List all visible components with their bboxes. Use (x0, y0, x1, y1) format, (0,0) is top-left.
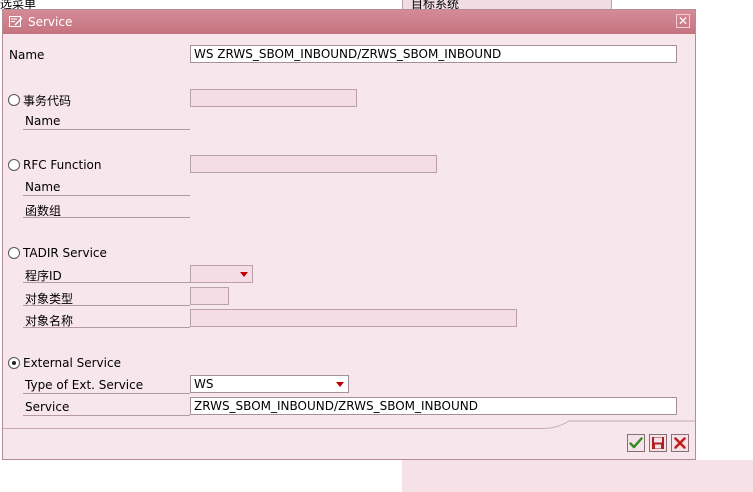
background-area-right (402, 460, 753, 492)
service-field[interactable]: ZRWS_SBOM_INBOUND/ZRWS_SBOM_INBOUND (190, 397, 677, 415)
divider (23, 415, 190, 416)
save-button[interactable] (649, 434, 667, 452)
radio-transaction-code[interactable] (8, 94, 20, 106)
divider (23, 327, 190, 328)
ext-service-type-label: Type of Ext. Service (25, 378, 144, 392)
rfc-function-label: RFC Function (23, 158, 102, 172)
radio-rfc-function[interactable] (8, 159, 20, 171)
chevron-down-icon (336, 382, 344, 387)
background-area-left (0, 460, 402, 492)
chevron-down-icon (240, 272, 248, 277)
rfc-name-label: Name (25, 180, 61, 194)
tadir-service-label: TADIR Service (23, 246, 107, 260)
divider (23, 393, 190, 394)
ext-service-type-dropdown[interactable]: WS (190, 375, 349, 393)
edit-window-icon (9, 16, 23, 27)
service-label: Service (25, 400, 70, 414)
cancel-button[interactable] (671, 434, 689, 452)
rfc-function-field[interactable] (190, 155, 437, 173)
divider (23, 195, 190, 196)
divider (23, 129, 190, 130)
transaction-name-label: Name (25, 114, 61, 128)
divider (23, 282, 190, 283)
close-button[interactable]: ✕ (676, 14, 690, 28)
program-id-dropdown[interactable] (190, 265, 253, 283)
dialog-title: Service (28, 15, 73, 29)
footer-divider (3, 428, 543, 429)
close-icon: ✕ (677, 14, 689, 28)
checkmark-icon (629, 437, 643, 449)
object-type-field[interactable] (190, 287, 229, 305)
radio-external-service[interactable] (8, 357, 20, 369)
external-service-label: External Service (23, 356, 121, 370)
footer-curve-decoration (543, 420, 695, 429)
dialog-title-bar[interactable]: Service ✕ (3, 10, 695, 34)
divider (23, 305, 190, 306)
confirm-button[interactable] (627, 434, 645, 452)
ext-service-type-value: WS (194, 377, 214, 391)
object-name-field[interactable] (190, 309, 517, 327)
transaction-code-field[interactable] (190, 89, 357, 107)
name-label: Name (9, 48, 45, 62)
name-field[interactable]: WS ZRWS_SBOM_INBOUND/ZRWS_SBOM_INBOUND (190, 45, 677, 63)
service-dialog: Service ✕ Name WS ZRWS_SBOM_INBOUND/ZRWS… (2, 9, 696, 460)
divider (23, 217, 190, 218)
radio-tadir-service[interactable] (8, 247, 20, 259)
save-icon (652, 437, 664, 449)
cancel-icon (674, 437, 686, 449)
transaction-code-label: 事务代码 (23, 94, 72, 108)
